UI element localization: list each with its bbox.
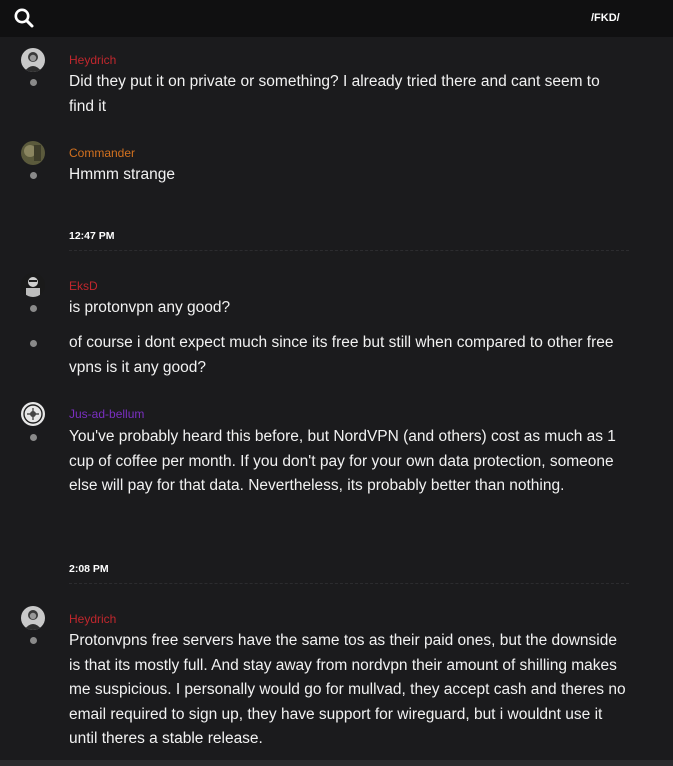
divider-line: [69, 583, 629, 584]
message-text: Protonvpns free servers have the same to…: [69, 632, 626, 747]
avatar-icon[interactable]: [21, 606, 45, 630]
author-name[interactable]: Heydrich: [69, 612, 116, 626]
search-icon[interactable]: [13, 7, 35, 29]
author-name[interactable]: EksD: [69, 279, 98, 293]
bullet-dot-icon: [30, 172, 37, 179]
timestamp-divider: 12:47 PM: [69, 226, 629, 251]
timestamp: 12:47 PM: [69, 230, 115, 242]
bullet-dot-icon: [30, 434, 37, 441]
bullet-dot-icon: [30, 637, 37, 644]
message-text: of course i dont expect much since its f…: [69, 334, 614, 376]
message-text: is protonvpn any good?: [69, 299, 231, 316]
divider-line: [69, 250, 629, 251]
bottom-bar: [0, 760, 673, 766]
timestamp-divider: 2:08 PM: [69, 559, 629, 584]
bullet-dot-icon: [30, 340, 37, 347]
channel-name[interactable]: /FKD/: [591, 12, 620, 24]
avatar-icon[interactable]: [21, 402, 45, 426]
avatar-icon[interactable]: [21, 141, 45, 165]
bullet-dot-icon: [30, 79, 37, 86]
avatar-icon[interactable]: [21, 48, 45, 72]
top-bar: /FKD/: [0, 0, 673, 37]
avatar-icon[interactable]: [21, 273, 45, 297]
message-feed[interactable]: Heydrich Did they put it on private or s…: [0, 37, 673, 766]
author-name[interactable]: Jus-ad-bellum: [69, 407, 144, 421]
message-text: Did they put it on private or something?…: [69, 73, 600, 115]
bullet-dot-icon: [30, 305, 37, 312]
message-text: You've probably heard this before, but N…: [69, 428, 616, 494]
timestamp: 2:08 PM: [69, 563, 109, 575]
author-name[interactable]: Heydrich: [69, 53, 116, 67]
message-text: Hmmm strange: [69, 166, 175, 183]
author-name[interactable]: Commander: [69, 146, 135, 160]
